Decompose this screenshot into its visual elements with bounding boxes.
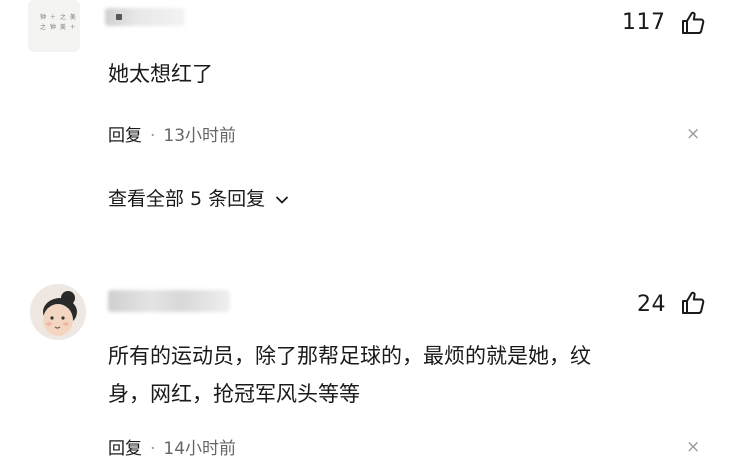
- close-icon[interactable]: ×: [686, 124, 700, 144]
- comment-meta: 回复 · 13小时前: [108, 121, 236, 146]
- avatar[interactable]: 钟 ＋ 之 美 之 钟 美 ＋: [28, 0, 80, 52]
- meta-separator: ·: [150, 126, 156, 146]
- close-icon[interactable]: ×: [686, 437, 700, 457]
- like-count: 117: [622, 10, 666, 35]
- meta-separator: ·: [150, 439, 156, 459]
- comment-text-line-2: 身，网红，抢冠军风头等等: [108, 382, 360, 406]
- avatar[interactable]: [30, 284, 86, 340]
- thumbs-up-icon[interactable]: [680, 10, 706, 36]
- username-fragment: [116, 14, 122, 20]
- comment-meta: 回复 · 14小时前: [108, 434, 236, 459]
- view-all-replies-link[interactable]: 查看全部 5 条回复: [108, 184, 289, 211]
- like-count: 24: [637, 292, 666, 317]
- chevron-down-icon: [276, 195, 289, 204]
- comment-text: 她太想红了: [108, 62, 213, 86]
- reply-button[interactable]: 回复: [108, 126, 142, 146]
- reply-button[interactable]: 回复: [108, 439, 142, 459]
- comment-text-line-1: 所有的运动员，除了那帮足球的，最烦的就是她，纹: [108, 344, 591, 368]
- timestamp: 13小时前: [163, 126, 237, 146]
- timestamp: 14小时前: [163, 439, 237, 459]
- thumbs-up-icon[interactable]: [680, 290, 706, 316]
- view-all-replies-label: 查看全部 5 条回复: [108, 188, 266, 210]
- username-redacted[interactable]: [108, 290, 230, 312]
